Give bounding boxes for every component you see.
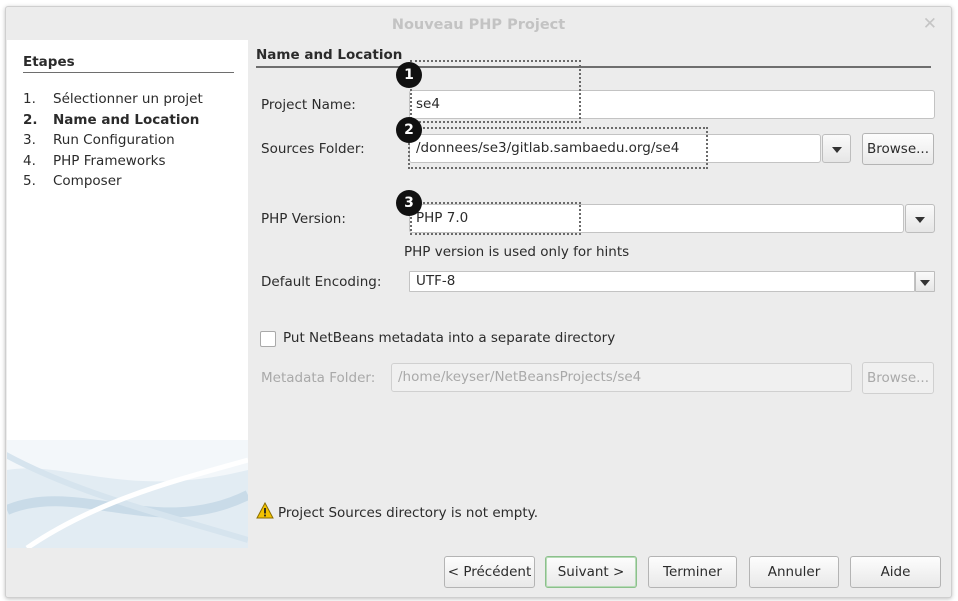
sources-folder-label: Sources Folder:	[261, 141, 365, 157]
sources-browse-button[interactable]: Browse...	[862, 133, 934, 165]
window-title: Nouveau PHP Project	[391, 17, 566, 33]
decorative-wave-graphic	[7, 440, 248, 548]
step-label: PHP Frameworks	[53, 152, 166, 169]
warning-message: Project Sources directory is not empty.	[256, 502, 538, 521]
chevron-down-icon[interactable]	[822, 134, 851, 163]
encoding-select[interactable]: UTF-8	[409, 271, 915, 292]
sources-folder-combo[interactable]: /donnees/se3/gitlab.sambaedu.org/se4	[409, 134, 821, 163]
steps-panel: Etapes 1. Sélectionner un projet 2. Name a…	[7, 40, 248, 548]
step-item-active: 2. Name and Location	[23, 110, 203, 131]
php-version-select[interactable]: PHP 7.0	[409, 204, 904, 233]
step-number: 5.	[23, 173, 36, 189]
help-button[interactable]: Aide	[850, 556, 941, 588]
callout-marker-2: 2	[396, 117, 422, 143]
callout-marker-3: 3	[396, 190, 422, 216]
steps-list: 1. Sélectionner un projet 2. Name and Loca…	[23, 89, 203, 192]
step-number: 2.	[23, 111, 38, 128]
step-item: 3. Run Configuration	[23, 130, 203, 151]
step-number: 3.	[23, 132, 36, 148]
step-label: Name and Location	[53, 111, 200, 128]
step-label: Sélectionner un projet	[53, 91, 203, 107]
section-title: Name and Location	[256, 47, 931, 68]
step-item: 5. Composer	[23, 171, 203, 192]
callout-marker-1: 1	[396, 62, 422, 88]
separate-metadata-label[interactable]: Put NetBeans metadata into a separate di…	[283, 330, 615, 346]
php-version-label: PHP Version:	[261, 211, 346, 227]
finish-button[interactable]: Terminer	[648, 556, 737, 588]
close-icon[interactable]: ✕	[923, 14, 937, 34]
warning-icon	[256, 502, 274, 519]
step-item: 4. PHP Frameworks	[23, 151, 203, 172]
encoding-label: Default Encoding:	[261, 274, 382, 290]
steps-title: Etapes	[23, 54, 234, 73]
metadata-folder-input[interactable]: /home/keyser/NetBeansProjects/se4	[391, 363, 852, 392]
chevron-down-icon[interactable]	[915, 271, 935, 292]
chevron-down-icon[interactable]	[905, 204, 935, 233]
separate-metadata-checkbox[interactable]	[260, 331, 276, 347]
cancel-button[interactable]: Annuler	[749, 556, 839, 588]
step-number: 4.	[23, 152, 36, 169]
step-item: 1. Sélectionner un projet	[23, 89, 203, 110]
step-label: Run Configuration	[53, 132, 175, 148]
project-name-label: Project Name:	[261, 97, 356, 113]
previous-button[interactable]: < Précédent	[444, 556, 535, 588]
php-version-hint: PHP version is used only for hints	[404, 244, 630, 260]
step-label: Composer	[53, 173, 122, 189]
metadata-browse-button[interactable]: Browse...	[862, 362, 934, 394]
step-number: 1.	[23, 91, 36, 107]
project-name-input[interactable]: se4	[409, 90, 935, 119]
next-button[interactable]: Suivant >	[545, 556, 637, 588]
metadata-folder-label: Metadata Folder:	[261, 370, 376, 386]
warning-text: Project Sources directory is not empty.	[278, 505, 539, 521]
